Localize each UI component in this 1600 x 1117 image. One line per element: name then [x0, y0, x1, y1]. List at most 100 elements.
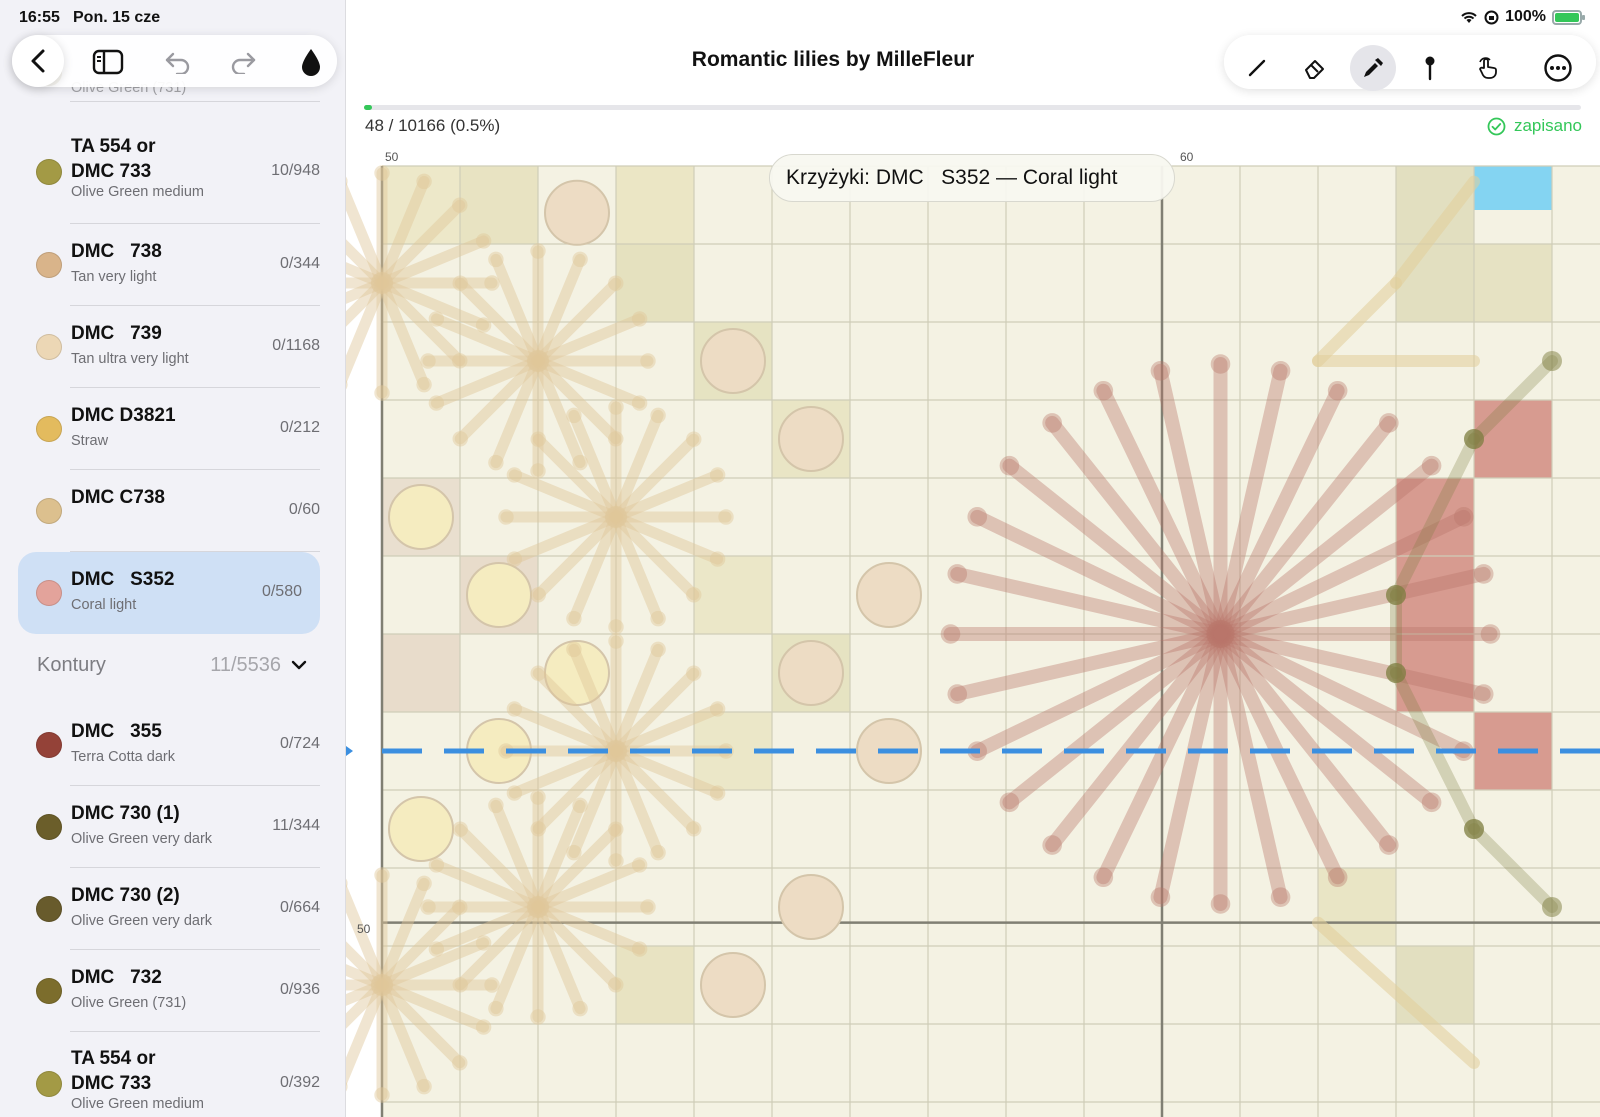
stitch-end [530, 587, 546, 603]
stitch-end [374, 1087, 390, 1103]
stitch-end [650, 844, 666, 861]
stitch-end [530, 463, 546, 479]
hand-tool-button[interactable] [1465, 45, 1511, 91]
knot-stitch [778, 874, 844, 940]
stitch-end [506, 785, 523, 801]
stitch-end [1473, 684, 1494, 704]
stitch-end [506, 701, 523, 717]
stitch-end [1150, 360, 1171, 381]
stitch-tooltip: Krzyżyki: DMC S352 — Coral light [769, 154, 1175, 202]
outline-point [1386, 663, 1406, 683]
hand-pointer-icon [1479, 57, 1497, 79]
color-description: Olive Green very dark [71, 831, 213, 847]
stitch-end [374, 867, 390, 883]
stitch-end [475, 317, 492, 333]
color-count: 0/936 [279, 981, 320, 998]
color-mode-button[interactable] [293, 44, 329, 80]
color-row[interactable]: DMC D3821 Straw 0/212 [18, 388, 320, 470]
stitch-end [1042, 835, 1062, 855]
color-count: 0/664 [279, 899, 320, 916]
color-row[interactable]: DMC 738 Tan very light 0/344 [18, 224, 320, 306]
outline-point [1542, 351, 1562, 371]
color-row[interactable]: DMC 355 Terra Cotta dark 0/724 [18, 704, 320, 786]
more-options-button[interactable] [1535, 45, 1581, 91]
color-count: 0/344 [279, 255, 320, 272]
stitch-end [608, 853, 624, 869]
stitch-center [605, 506, 627, 528]
color-description: Straw [71, 433, 109, 449]
stitch-end [530, 243, 546, 259]
toggle-sidebar-button[interactable] [90, 44, 126, 80]
stitch-end [947, 564, 968, 584]
color-swatch [36, 416, 62, 442]
color-row[interactable]: TA 554 or DMC 733 Olive Green medium 10/94… [18, 120, 320, 224]
chevron-down-icon [291, 660, 307, 670]
color-row[interactable]: TA 554 or DMC 733 Olive Green medium 0/392 [18, 1032, 320, 1117]
stitch-end [967, 507, 988, 527]
knot-stitch [388, 796, 454, 862]
redo-button[interactable] [225, 44, 261, 80]
color-name: TA 554 or DMC 733 [71, 1048, 156, 1094]
color-swatch [36, 252, 62, 278]
color-name: DMC 730 (2) [71, 885, 180, 906]
pattern-canvas[interactable] [346, 146, 1600, 1117]
color-description: Olive Green very dark [71, 913, 213, 929]
eraser-tool-button[interactable] [1292, 45, 1338, 91]
outline-point [1386, 585, 1406, 605]
stitch-end [608, 633, 624, 649]
stitch-end [416, 376, 432, 393]
color-row[interactable]: DMC 730 (1) Olive Green very dark 11/344 [18, 786, 320, 868]
stitch-center [527, 350, 549, 372]
color-name: DMC S352 [71, 569, 175, 590]
stitch-end [940, 624, 961, 644]
stitch-end [416, 173, 432, 190]
color-description: Olive Green medium [71, 1096, 204, 1112]
undo-icon [165, 52, 190, 74]
pin-tool-button[interactable] [1407, 45, 1453, 91]
color-description: Tan ultra very light [71, 351, 189, 367]
stitch-end [947, 684, 968, 704]
stitch-end [530, 665, 546, 681]
stitch-center [371, 974, 393, 996]
color-swatch [36, 978, 62, 1004]
eyedropper-tool-button[interactable] [1350, 45, 1396, 91]
pattern-cell [460, 166, 538, 244]
checkmark-circle-icon [1487, 117, 1506, 135]
stitch-end [631, 311, 648, 327]
pencil-icon [1248, 59, 1266, 77]
color-swatch [36, 580, 62, 606]
more-icon [1544, 54, 1572, 82]
stitch-end [566, 610, 582, 627]
section-header-kontury[interactable]: Kontury 11/5536 [37, 654, 307, 680]
color-name: DMC 732 [71, 967, 162, 988]
color-name: DMC 355 [71, 721, 162, 742]
stitch-end [631, 395, 648, 411]
stitch-end [475, 1019, 492, 1035]
color-count: 10/948 [271, 162, 320, 179]
pencil-tool-button[interactable] [1234, 45, 1280, 91]
knot-stitch [700, 328, 766, 394]
stitch-end [488, 251, 504, 268]
stitch-end [1473, 564, 1494, 584]
stitch-center [605, 740, 627, 762]
stitch-end [506, 467, 523, 483]
stitch-end [484, 977, 500, 993]
color-description: Olive Green (731) [71, 995, 187, 1011]
progress-text: 48 / 10166 (0.5%) [365, 116, 501, 135]
color-row[interactable]: DMC C738 0/60 [18, 470, 320, 552]
stitch-end [718, 509, 734, 525]
stitch-end [686, 587, 702, 603]
stitch-grid[interactable] [346, 146, 1600, 1117]
color-row[interactable]: DMC 730 (2) Olive Green very dark 0/664 [18, 868, 320, 950]
stitch-end [631, 857, 648, 873]
undo-button[interactable] [160, 44, 196, 80]
color-name: DMC 730 (1) [71, 803, 180, 824]
color-swatch [36, 1071, 62, 1097]
color-name: DMC C738 [71, 487, 165, 508]
section-count: 11/5536 [210, 654, 281, 676]
color-row[interactable]: DMC 732 Olive Green (731) 0/936 [18, 950, 320, 1032]
color-row[interactable]: DMC 739 Tan ultra very light 0/1168 [18, 306, 320, 388]
color-row[interactable]: DMC S352 Coral light 0/580 [18, 552, 320, 634]
stitch-end [488, 1000, 504, 1017]
back-button[interactable] [12, 35, 64, 87]
